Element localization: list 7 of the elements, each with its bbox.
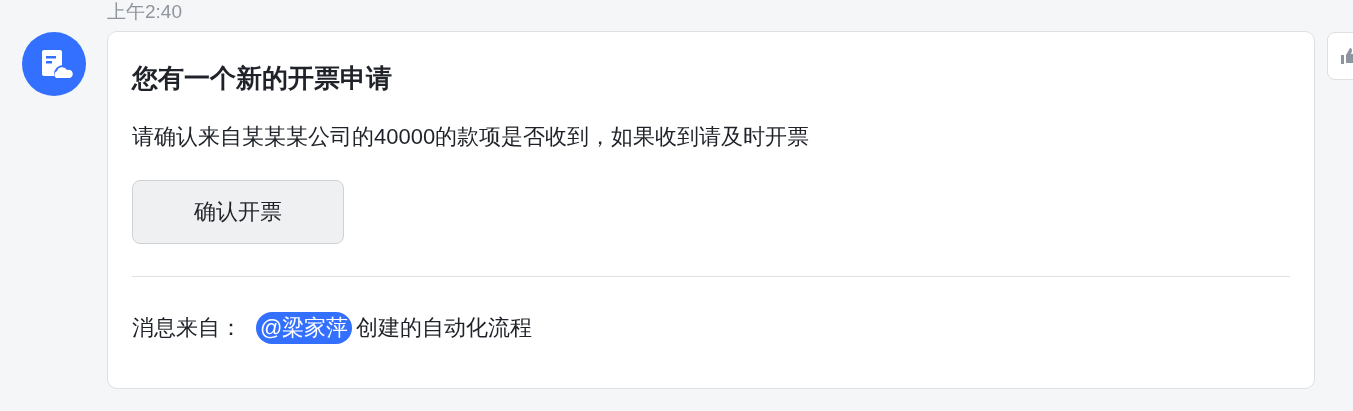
source-note: 消息来自： @梁家萍 创建的自动化流程 (132, 311, 533, 345)
confirm-invoice-button[interactable]: 确认开票 (132, 180, 344, 244)
invoice-bot-avatar-icon (22, 32, 86, 96)
card-title: 您有一个新的开票申请 (132, 62, 392, 95)
mention-tag[interactable]: @梁家萍 (256, 312, 353, 344)
message-time: 上午2:40 (107, 0, 183, 24)
card-body-text: 请确认来自某某某公司的40000的款项是否收到，如果收到请及时开票 (132, 123, 810, 151)
